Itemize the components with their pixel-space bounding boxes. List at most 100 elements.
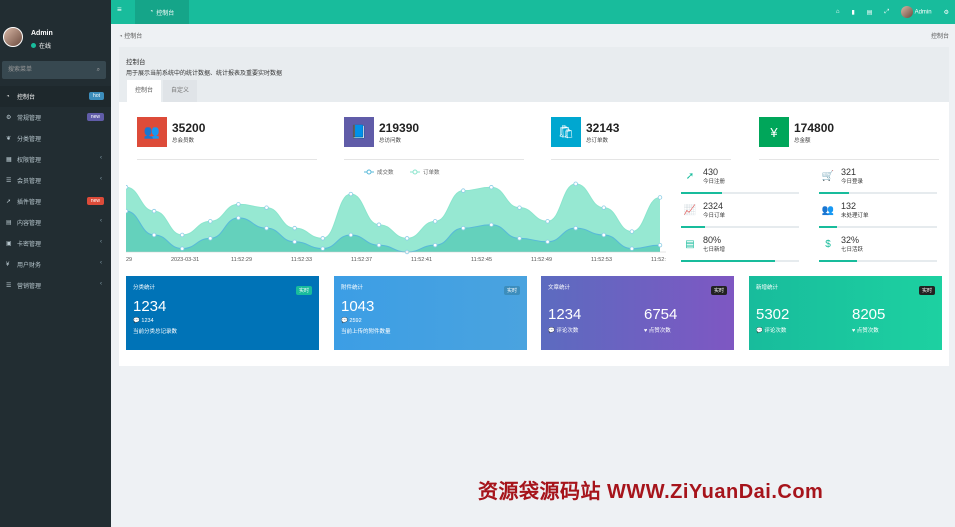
sidebar-menu: ◔ 控制台 hot ⚙ 常规管理 new ❦ 分类管理 ▦ 权限管理 ‹ ☰ 会员管理 ‹ ➚ 插件管理 new… <box>0 86 111 296</box>
data-point[interactable] <box>461 188 466 193</box>
data-point[interactable] <box>348 191 354 197</box>
avatar[interactable] <box>3 27 23 47</box>
data-point[interactable] <box>264 225 269 231</box>
data-point[interactable] <box>320 236 325 241</box>
card-note: 当前上传的附件数量 <box>341 329 391 335</box>
sidebar-item-label: 用户财务 <box>17 263 42 269</box>
comment-icon: 💬 <box>133 318 140 324</box>
data-point[interactable] <box>489 222 494 227</box>
side-stat-value: 2324 <box>703 201 724 211</box>
stat-label: 总订单数 <box>586 137 609 144</box>
settings-icon[interactable]: ⚙ <box>944 9 949 16</box>
data-point[interactable] <box>348 232 354 238</box>
data-point[interactable] <box>573 181 578 187</box>
data-point[interactable] <box>208 219 213 224</box>
card-value: 1043 <box>341 298 375 315</box>
data-point[interactable] <box>151 232 157 238</box>
users-icon: 👥 <box>821 204 835 216</box>
data-point[interactable] <box>573 225 578 231</box>
side-stat-progress <box>819 226 937 228</box>
data-point[interactable] <box>404 236 410 241</box>
sidebar-item[interactable]: ▣ 卡密管理 ‹ <box>0 233 111 254</box>
data-point[interactable] <box>180 246 185 251</box>
data-point[interactable] <box>376 222 382 227</box>
data-point[interactable] <box>320 246 325 251</box>
side-stat-value: 321 <box>841 167 857 177</box>
data-point[interactable] <box>517 236 522 241</box>
data-point[interactable] <box>292 239 297 244</box>
search-input[interactable]: 搜索菜单 ⌕ <box>2 61 106 79</box>
data-point[interactable] <box>517 205 522 210</box>
comment-icon: 💬 <box>548 328 555 334</box>
progress-fill <box>819 260 857 262</box>
sidebar-item[interactable]: ◔ 控制台 hot <box>0 86 111 107</box>
home-icon[interactable]: ⌂ <box>836 9 840 15</box>
chevron-left-icon: ‹ <box>100 176 102 182</box>
data-point[interactable] <box>151 208 157 214</box>
tab-dashboard[interactable]: ◔ 控制台 <box>135 0 189 24</box>
language-icon[interactable]: ▤ <box>867 9 873 16</box>
sidebar-item[interactable]: ❦ 分类管理 <box>0 128 111 149</box>
data-point[interactable] <box>123 185 129 190</box>
card-badge: 实时 <box>295 286 312 295</box>
card-value: 1234 <box>133 298 167 315</box>
data-point[interactable] <box>601 205 606 210</box>
stat-label: 总访问数 <box>379 137 402 144</box>
card-col: 1234 💬 评论次数 <box>548 306 581 334</box>
stat-box: 🛍 32143 总订单数 <box>551 117 619 147</box>
data-point[interactable] <box>180 232 185 238</box>
sidebar-item[interactable]: ▤ 内容管理 ‹ <box>0 212 111 233</box>
breadcrumb-right[interactable]: 控制台 <box>931 31 949 40</box>
sidebar-item[interactable]: ☰ 营销管理 ‹ <box>0 275 111 296</box>
data-point[interactable] <box>264 205 269 210</box>
rocket-icon: ➚ <box>685 170 695 182</box>
legend-item[interactable]: 成交数 <box>364 168 394 176</box>
data-point[interactable] <box>629 229 635 234</box>
user-panel: Admin 在线 <box>0 0 111 56</box>
data-point[interactable] <box>629 246 635 251</box>
data-point[interactable] <box>432 242 438 248</box>
card-title: 分类统计 <box>133 285 156 291</box>
side-stat-progress <box>681 192 799 194</box>
data-point[interactable] <box>545 219 550 224</box>
side-stat-label: 今日注册 <box>703 179 726 185</box>
data-point[interactable] <box>489 185 494 190</box>
data-point[interactable] <box>601 232 606 238</box>
topbar-right: ⌂ ▮ ▤ ⤢ Admin ⚙ <box>836 0 949 24</box>
data-point[interactable] <box>123 208 129 214</box>
sidebar-item[interactable]: ▦ 权限管理 ‹ <box>0 149 111 170</box>
online-dot-icon <box>31 43 36 48</box>
user-menu[interactable]: Admin <box>901 6 932 18</box>
side-stat-value: 132 <box>841 201 857 211</box>
tab-dashboard-view[interactable]: 控制台 <box>127 80 162 102</box>
data-point[interactable] <box>292 225 297 231</box>
data-point[interactable] <box>461 225 466 231</box>
sidebar-item[interactable]: ⚙ 常规管理 new <box>0 107 111 128</box>
side-stat-label: 今日登录 <box>841 179 864 185</box>
side-stat: ▤ 80% 七日新增 <box>681 235 725 253</box>
tab-custom[interactable]: 自定义 <box>163 80 198 102</box>
menu-toggle-icon[interactable]: ≡ <box>117 5 122 14</box>
trash-icon[interactable]: ▮ <box>851 9 854 16</box>
cogs-icon: ⚙ <box>6 115 12 121</box>
sidebar-item[interactable]: ➚ 插件管理 new <box>0 191 111 212</box>
data-point[interactable] <box>236 202 241 207</box>
fullscreen-icon[interactable]: ⤢ <box>884 9 889 16</box>
data-point[interactable] <box>657 242 663 248</box>
chart: 03-29 2023-03-31 11:52:29 11:52:33 11:52:37 1… <box>118 167 666 265</box>
sidebar-item[interactable]: ¥ 用户财务 ‹ <box>0 254 111 275</box>
stat-divider <box>759 159 939 160</box>
data-point[interactable] <box>208 236 213 241</box>
data-point[interactable] <box>657 195 663 200</box>
legend-item[interactable]: 订单数 <box>410 168 440 176</box>
data-point[interactable] <box>432 219 438 224</box>
sidebar-item[interactable]: ☰ 会员管理 ‹ <box>0 170 111 191</box>
data-point[interactable] <box>376 242 382 248</box>
card-note: 当前分类总记录数 <box>133 329 178 335</box>
sidebar-item-label: 会员管理 <box>17 179 42 185</box>
stat-box: ¥ 174800 总金额 <box>759 117 834 147</box>
data-point[interactable] <box>236 215 241 221</box>
progress-fill <box>819 226 837 228</box>
search-icon[interactable]: ⌕ <box>97 61 100 79</box>
data-point[interactable] <box>545 239 550 244</box>
